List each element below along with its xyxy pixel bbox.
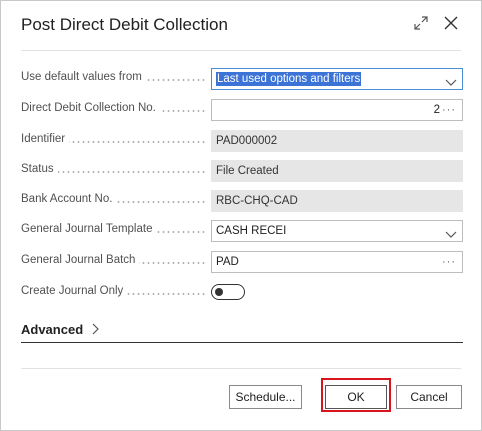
dialog-title: Post Direct Debit Collection bbox=[21, 15, 228, 34]
collection-no-label: Direct Debit Collection No. bbox=[21, 102, 211, 118]
row-use-default: Use default values from Last used option… bbox=[21, 68, 463, 90]
cancel-button[interactable]: Cancel bbox=[396, 385, 462, 409]
expand-icon[interactable] bbox=[413, 15, 429, 31]
journal-template-select[interactable]: CASH RECEI bbox=[211, 220, 463, 242]
chevron-down-icon bbox=[445, 226, 457, 238]
footer-divider bbox=[21, 368, 461, 369]
collection-no-field[interactable]: 2 ··· bbox=[211, 99, 463, 121]
advanced-label: Advanced bbox=[21, 322, 84, 337]
ok-button[interactable]: OK bbox=[325, 385, 387, 409]
status-label: Status bbox=[21, 163, 211, 179]
journal-template-value: CASH RECEI bbox=[216, 225, 287, 237]
bank-account-label: Bank Account No. bbox=[21, 193, 211, 209]
row-collection-no: Direct Debit Collection No. 2 ··· bbox=[21, 99, 463, 121]
title-divider bbox=[21, 50, 461, 51]
row-status: Status File Created bbox=[21, 160, 463, 182]
chevron-down-icon bbox=[445, 74, 457, 86]
use-default-select[interactable]: Last used options and filters bbox=[211, 68, 463, 90]
title-icons bbox=[413, 15, 459, 31]
toggle-knob bbox=[215, 287, 223, 296]
create-journal-only-toggle[interactable] bbox=[211, 284, 245, 300]
post-direct-debit-dialog: Post Direct Debit Collection Use default… bbox=[0, 0, 482, 431]
row-create-journal-only: Create Journal Only bbox=[21, 282, 463, 304]
close-icon[interactable] bbox=[443, 15, 459, 31]
schedule-button[interactable]: Schedule... bbox=[229, 385, 302, 409]
collection-no-value: 2 bbox=[433, 104, 440, 116]
identifier-label: Identifier bbox=[21, 133, 211, 149]
use-default-label: Use default values from bbox=[21, 71, 211, 87]
status-field: File Created bbox=[211, 160, 463, 182]
journal-template-label: General Journal Template bbox=[21, 223, 211, 239]
lookup-ellipsis-icon[interactable]: ··· bbox=[442, 100, 456, 120]
dialog-titlebar: Post Direct Debit Collection bbox=[1, 1, 481, 51]
advanced-section-header[interactable]: Advanced bbox=[21, 321, 463, 343]
row-identifier: Identifier PAD000002 bbox=[21, 130, 463, 152]
row-journal-template: General Journal Template CASH RECEI bbox=[21, 220, 463, 242]
bank-account-field: RBC-CHQ-CAD bbox=[211, 190, 463, 212]
use-default-value: Last used options and filters bbox=[216, 72, 362, 86]
lookup-ellipsis-icon[interactable]: ··· bbox=[442, 252, 456, 272]
journal-batch-label: General Journal Batch bbox=[21, 254, 211, 270]
chevron-right-icon bbox=[90, 322, 100, 335]
identifier-field: PAD000002 bbox=[211, 130, 463, 152]
row-journal-batch: General Journal Batch PAD ··· bbox=[21, 251, 463, 273]
journal-batch-value: PAD bbox=[216, 256, 239, 268]
journal-batch-field[interactable]: PAD ··· bbox=[211, 251, 463, 273]
row-bank-account: Bank Account No. RBC-CHQ-CAD bbox=[21, 190, 463, 212]
create-journal-only-label: Create Journal Only bbox=[21, 285, 211, 301]
